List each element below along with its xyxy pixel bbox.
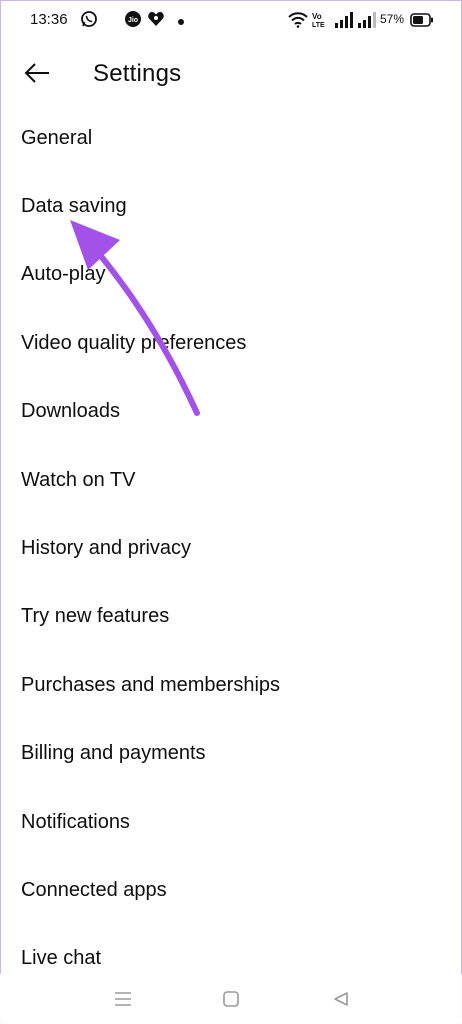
- menu-icon: [115, 992, 131, 1006]
- settings-item-label: Notifications: [21, 810, 130, 833]
- settings-item-history-privacy[interactable]: History and privacy: [0, 514, 462, 582]
- back-triangle-icon: [334, 992, 348, 1006]
- signal-icon-2: [358, 12, 376, 33]
- settings-item-general[interactable]: General: [0, 104, 462, 172]
- signal-icon: [335, 12, 353, 33]
- settings-item-label: Auto-play: [21, 263, 106, 286]
- wifi-icon: [288, 12, 308, 33]
- dot-icon: [176, 14, 186, 32]
- app-header: Settings: [0, 42, 462, 106]
- settings-item-label: Data saving: [21, 195, 127, 218]
- settings-item-auto-play[interactable]: Auto-play: [0, 241, 462, 309]
- settings-item-notifications[interactable]: Notifications: [0, 788, 462, 856]
- back-button[interactable]: [20, 58, 54, 88]
- battery-percent: 57%: [380, 12, 405, 26]
- settings-item-label: Connected apps: [21, 878, 167, 901]
- arrow-left-icon: [24, 63, 49, 83]
- settings-item-connected-apps[interactable]: Connected apps: [0, 856, 462, 924]
- whatsapp-icon: [80, 10, 98, 33]
- nav-menu-button[interactable]: [110, 986, 136, 1012]
- settings-item-label: Watch on TV: [21, 468, 136, 491]
- settings-item-label: General: [21, 126, 93, 149]
- status-time: 13:36: [30, 11, 68, 28]
- settings-item-label: Purchases and memberships: [21, 673, 281, 696]
- status-bar: 13:36 Jio Vo LTE 57%: [0, 0, 462, 42]
- jio-icon: Jio: [124, 10, 142, 33]
- settings-item-label: History and privacy: [21, 537, 192, 560]
- svg-text:Jio: Jio: [128, 17, 138, 24]
- settings-item-billing[interactable]: Billing and payments: [0, 720, 462, 788]
- nav-home-button[interactable]: [218, 986, 244, 1012]
- nav-back-button[interactable]: [328, 986, 354, 1012]
- svg-text:Vo: Vo: [312, 12, 322, 21]
- svg-text:LTE: LTE: [312, 22, 325, 29]
- volte-icon: Vo LTE: [312, 11, 330, 34]
- settings-item-purchases[interactable]: Purchases and memberships: [0, 651, 462, 719]
- heart-app-icon: [147, 10, 165, 33]
- settings-item-label: Video quality preferences: [21, 331, 247, 354]
- page-title: Settings: [93, 60, 182, 87]
- settings-item-label: Downloads: [21, 400, 120, 423]
- system-nav-bar: [0, 974, 462, 1024]
- settings-list: General Data saving Auto-play Video qual…: [0, 104, 462, 993]
- settings-item-video-quality[interactable]: Video quality preferences: [0, 309, 462, 377]
- settings-item-downloads[interactable]: Downloads: [0, 378, 462, 446]
- settings-item-watch-on-tv[interactable]: Watch on TV: [0, 446, 462, 514]
- battery-icon: [410, 13, 434, 32]
- settings-item-label: Billing and payments: [21, 742, 206, 765]
- settings-item-label: Live chat: [21, 947, 102, 970]
- settings-item-label: Try new features: [21, 605, 170, 628]
- home-square-icon: [223, 991, 239, 1007]
- settings-item-data-saving[interactable]: Data saving: [0, 172, 462, 240]
- settings-item-try-new-features[interactable]: Try new features: [0, 583, 462, 651]
